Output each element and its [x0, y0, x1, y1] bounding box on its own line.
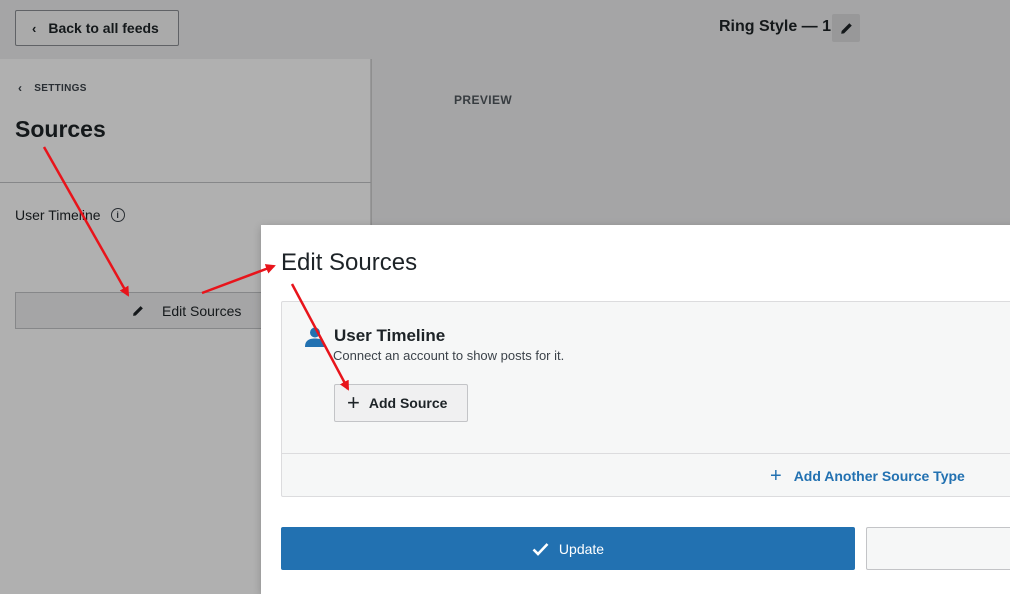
modal-title: Edit Sources — [281, 249, 418, 276]
source-type-description: Connect an account to show posts for it. — [333, 348, 565, 363]
add-another-source-type-link[interactable]: + Add Another Source Type — [770, 466, 965, 486]
source-type-header: User Timeline Connect an account to show… — [304, 326, 564, 363]
update-button[interactable]: Update — [281, 527, 855, 570]
source-type-panel: User Timeline Connect an account to show… — [281, 301, 1010, 497]
checkmark-icon — [532, 542, 549, 556]
source-type-title: User Timeline — [334, 326, 446, 345]
edit-sources-modal: Edit Sources User Timeline Connect an ac… — [261, 225, 1010, 594]
divider — [282, 453, 1010, 454]
update-label: Update — [558, 540, 605, 557]
user-icon — [305, 327, 325, 347]
add-source-label: Add Source — [368, 395, 448, 411]
add-another-source-type-label: Add Another Source Type — [793, 468, 965, 484]
add-source-button[interactable]: + Add Source — [334, 384, 468, 422]
plus-icon: + — [770, 465, 782, 487]
cancel-button[interactable] — [866, 527, 1010, 570]
plus-icon: + — [347, 390, 360, 415]
